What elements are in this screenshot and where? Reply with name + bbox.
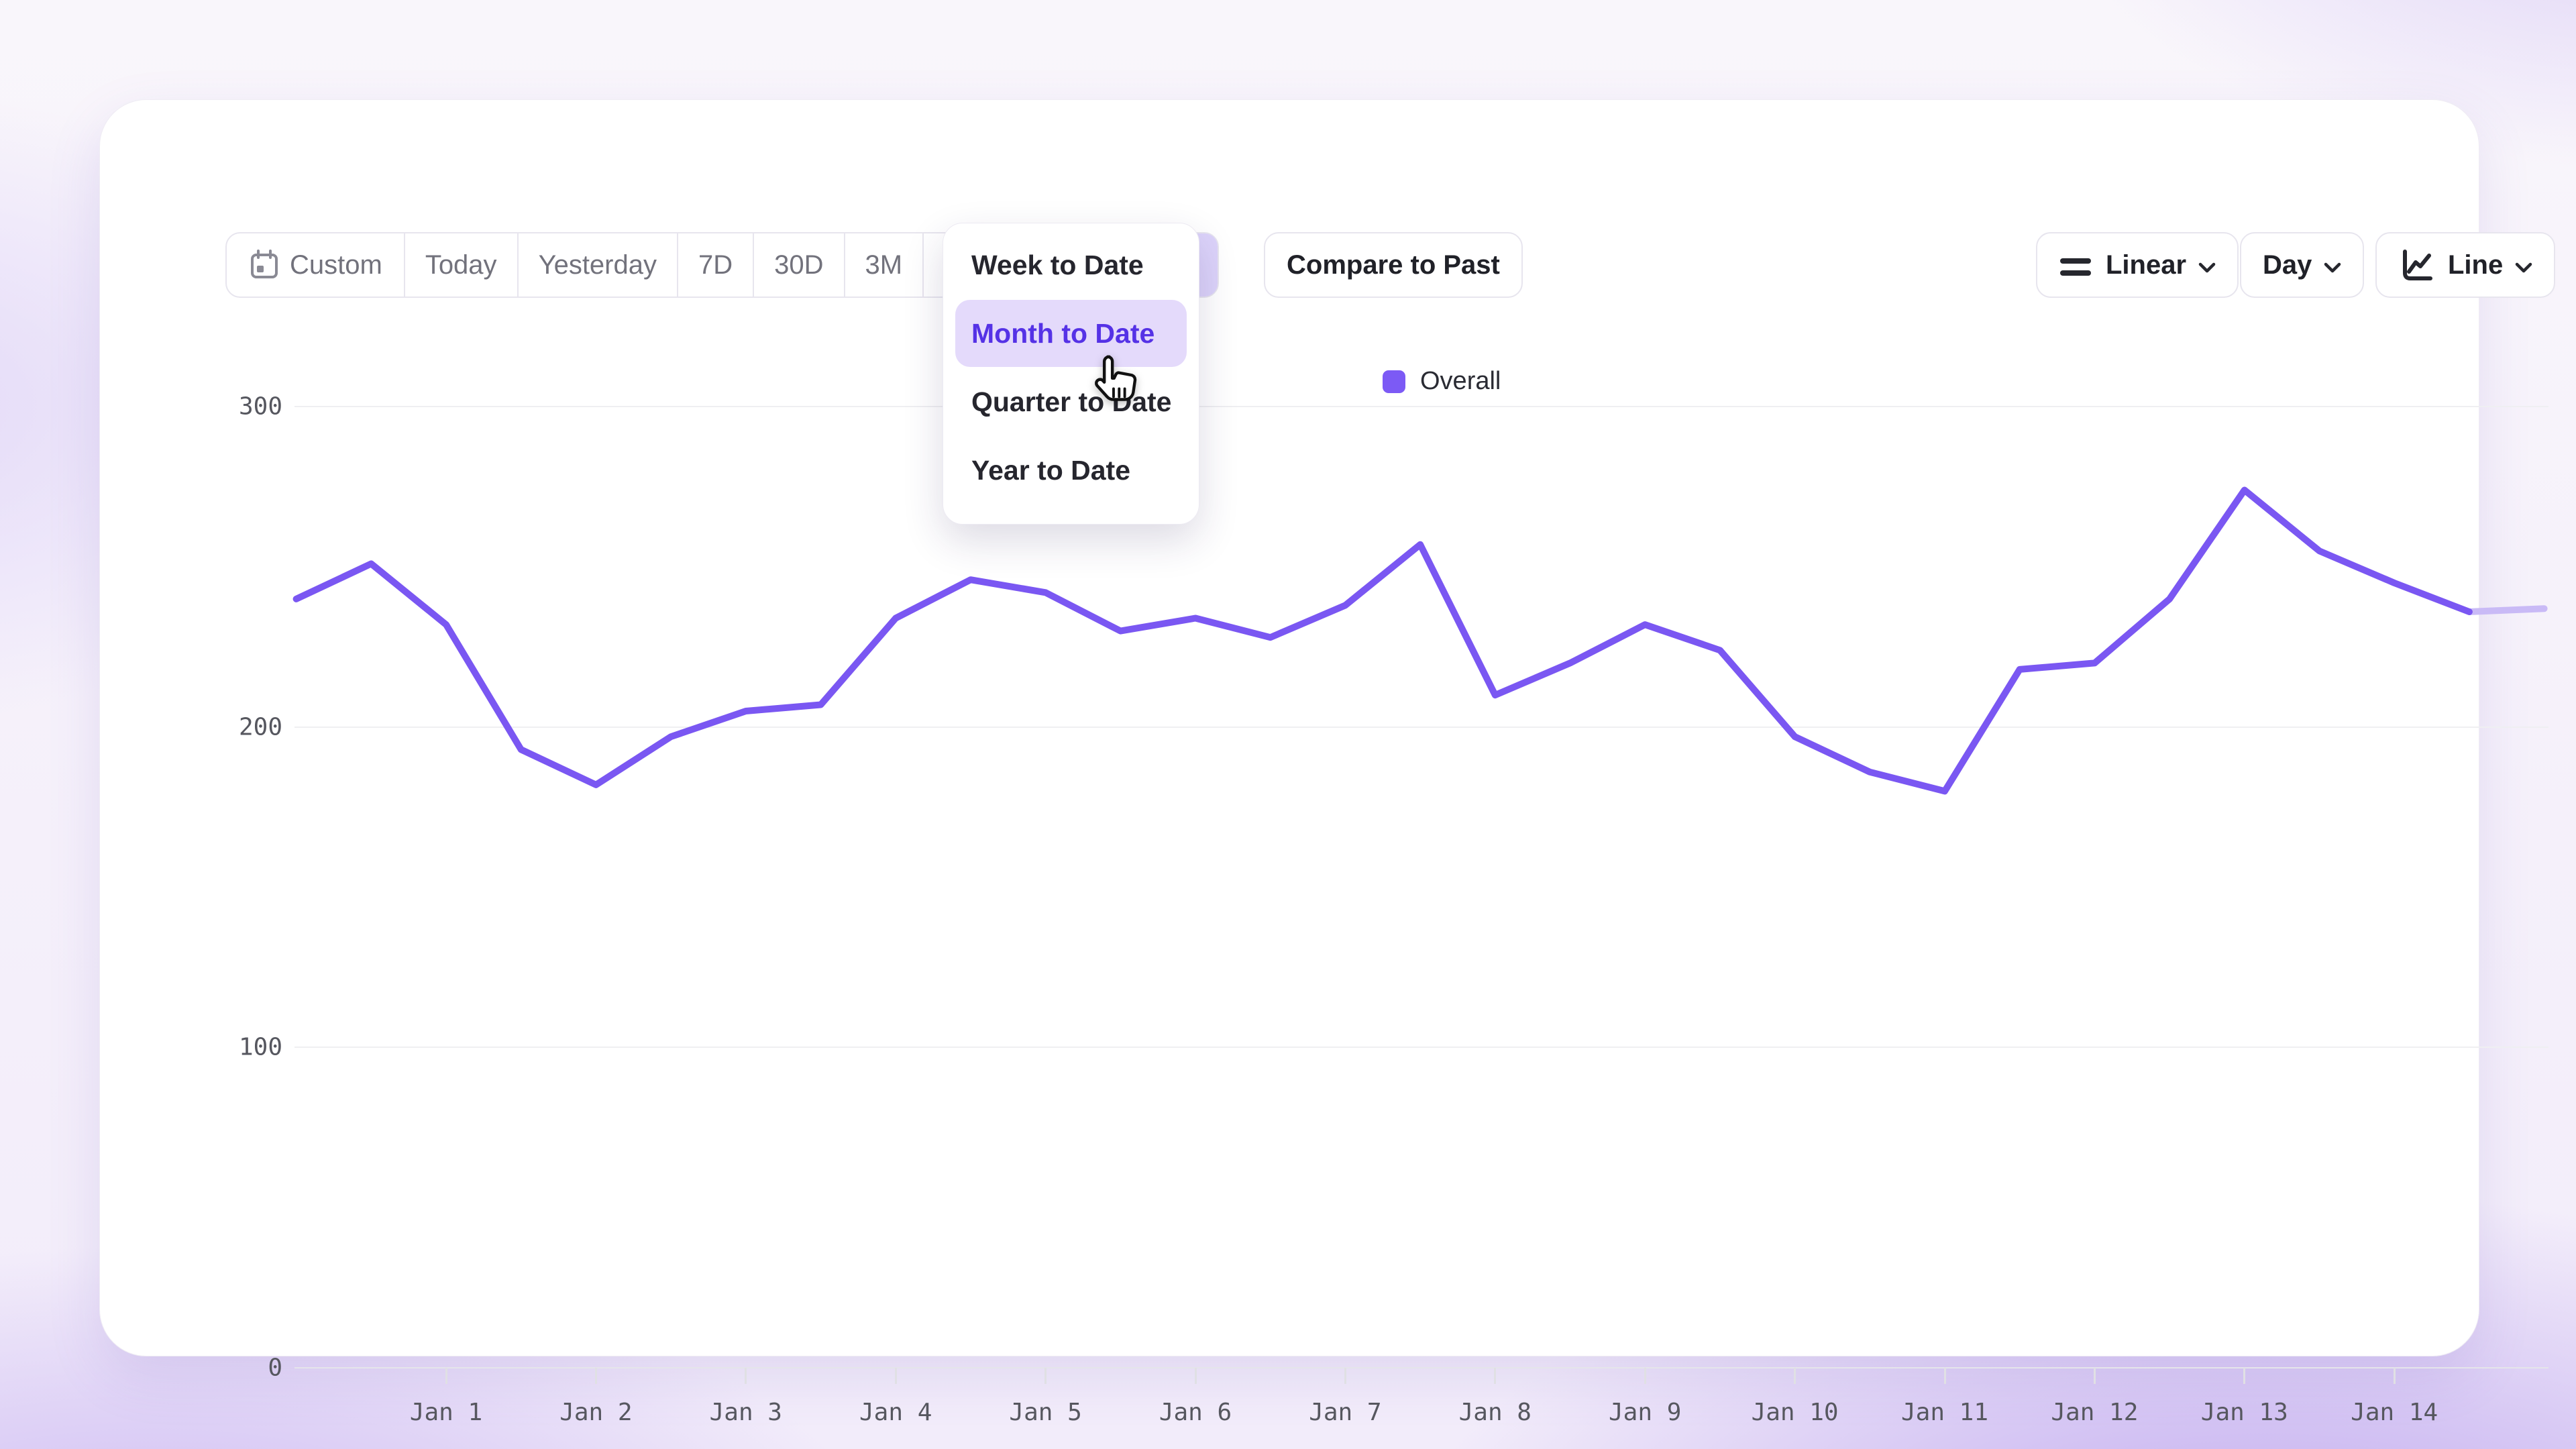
overall-line-series-in-progress[interactable]	[2469, 608, 2544, 612]
menu-item-year-to-date[interactable]: Year to Date	[955, 437, 1187, 504]
overall-line-series[interactable]	[297, 490, 2469, 792]
menu-item-month-to-date[interactable]: Month to Date	[955, 300, 1187, 367]
mouse-cursor	[1088, 353, 1140, 414]
insight-card: CustomTodayYesterday7D30D3M6M12MXTD Comp…	[99, 99, 2479, 1356]
date-range-dropdown-menu: Week to DateMonth to DateQuarter to Date…	[943, 223, 1199, 525]
page-background: CustomTodayYesterday7D30D3M6M12MXTD Comp…	[0, 0, 2576, 1449]
menu-item-quarter-to-date[interactable]: Quarter to Date	[955, 368, 1187, 435]
menu-item-week-to-date[interactable]: Week to Date	[955, 231, 1187, 299]
